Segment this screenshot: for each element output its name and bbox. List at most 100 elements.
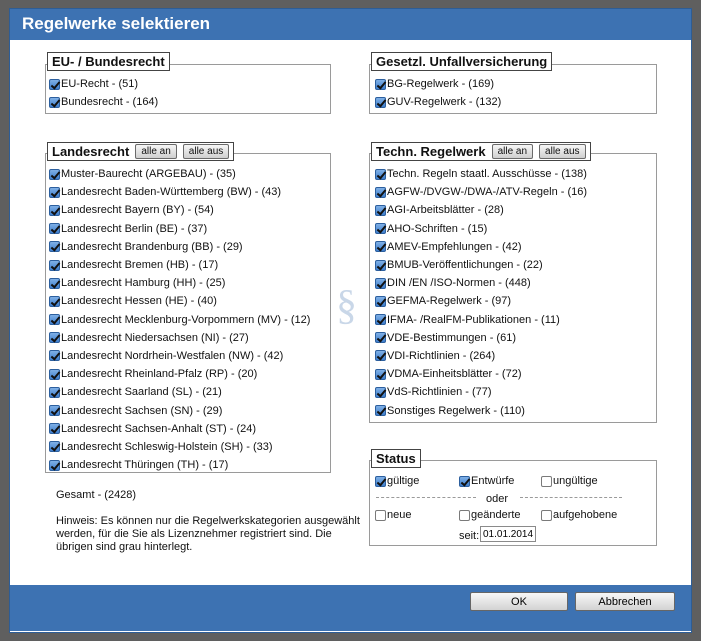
list-item[interactable]: Landesrecht Rheinland-Pfalz (RP) - (20) xyxy=(49,365,310,383)
checkbox[interactable] xyxy=(375,277,386,289)
checkbox[interactable] xyxy=(49,405,60,417)
list-item[interactable]: Landesrecht Bayern (BY) - (54) xyxy=(49,201,310,219)
guv-items: BG-Regelwerk - (169) GUV-Regelwerk - (132… xyxy=(375,75,501,111)
list-item[interactable]: AMEV-Empfehlungen - (42) xyxy=(375,238,587,256)
list-item[interactable]: VdS-Richtlinien - (77) xyxy=(375,383,587,401)
list-item[interactable]: Muster-Baurecht (ARGEBAU) - (35) xyxy=(49,165,310,183)
checkbox[interactable] xyxy=(49,459,60,471)
tech-all-off-button[interactable]: alle aus xyxy=(539,144,586,159)
list-item[interactable]: Landesrecht Nordrhein-Westfalen (NW) - (… xyxy=(49,347,310,365)
checkbox[interactable] xyxy=(49,168,60,180)
list-item-label: VDI-Richtlinien - (264) xyxy=(387,349,496,362)
list-item-label: Landesrecht Saarland (SL) - (21) xyxy=(61,386,222,399)
land-all-on-button[interactable]: alle an xyxy=(135,144,177,159)
checkbox[interactable] xyxy=(49,241,60,253)
checkbox[interactable] xyxy=(49,204,60,216)
list-item-label: Landesrecht Rheinland-Pfalz (RP) - (20) xyxy=(61,368,258,381)
list-item[interactable]: Landesrecht Bremen (HB) - (17) xyxy=(49,256,310,274)
list-item[interactable]: Landesrecht Brandenburg (BB) - (29) xyxy=(49,238,310,256)
checkbox[interactable] xyxy=(49,368,60,380)
list-item[interactable]: Landesrecht Sachsen (SN) - (29) xyxy=(49,401,310,419)
status-repealed[interactable]: aufgehobene xyxy=(541,509,617,521)
list-item-label: VDE-Bestimmungen - (61) xyxy=(387,331,516,344)
list-item[interactable]: Landesrecht Hamburg (HH) - (25) xyxy=(49,274,310,292)
checkbox[interactable] xyxy=(49,295,60,307)
list-item[interactable]: VDE-Bestimmungen - (61) xyxy=(375,329,587,347)
checkbox[interactable] xyxy=(49,423,60,435)
list-item[interactable]: DIN /EN /ISO-Normen - (448) xyxy=(375,274,587,292)
status-invalid[interactable]: ungültige xyxy=(541,475,598,487)
checkbox[interactable] xyxy=(49,78,60,90)
list-item[interactable]: Techn. Regeln staatl. Ausschüsse - (138) xyxy=(375,165,587,183)
list-item[interactable]: VDMA-Einheitsblätter - (72) xyxy=(375,365,587,383)
ok-button[interactable]: OK xyxy=(470,592,568,611)
list-item-label: Landesrecht Schleswig-Holstein (SH) - (3… xyxy=(61,440,273,453)
list-item[interactable]: Landesrecht Baden-Württemberg (BW) - (43… xyxy=(49,183,310,201)
list-item[interactable]: Landesrecht Schleswig-Holstein (SH) - (3… xyxy=(49,438,310,456)
checkbox[interactable] xyxy=(375,223,386,235)
checkbox[interactable] xyxy=(375,368,386,380)
status-new[interactable]: neue xyxy=(375,509,411,521)
list-item[interactable]: Bundesrecht - (164) xyxy=(49,93,158,111)
checkbox[interactable] xyxy=(49,332,60,344)
list-item[interactable]: Landesrecht Hessen (HE) - (40) xyxy=(49,292,310,310)
list-item-label: Bundesrecht - (164) xyxy=(61,96,159,109)
checkbox[interactable] xyxy=(375,332,386,344)
checkbox[interactable] xyxy=(49,186,60,198)
checkbox[interactable] xyxy=(375,204,386,216)
since-date-input[interactable] xyxy=(480,526,536,542)
land-all-off-button[interactable]: alle aus xyxy=(182,144,230,159)
checkbox[interactable] xyxy=(375,168,386,180)
checkbox[interactable] xyxy=(375,350,386,362)
list-item-label: Landesrecht Bayern (BY) - (54) xyxy=(61,204,214,217)
list-item[interactable]: BMUB-Veröffentlichungen - (22) xyxy=(375,256,587,274)
checkbox[interactable] xyxy=(49,350,60,362)
checkbox[interactable] xyxy=(375,259,386,271)
list-item[interactable]: Landesrecht Mecklenburg-Vorpommern (MV) … xyxy=(49,311,310,329)
status-valid[interactable]: gültige xyxy=(375,475,419,487)
checkbox[interactable] xyxy=(49,314,60,326)
list-item[interactable]: Landesrecht Sachsen-Anhalt (ST) - (24) xyxy=(49,420,310,438)
list-item[interactable]: AHO-Schriften - (15) xyxy=(375,220,587,238)
checkbox[interactable] xyxy=(49,277,60,289)
checkbox[interactable] xyxy=(375,78,386,90)
checkbox[interactable] xyxy=(49,441,60,453)
cancel-button[interactable]: Abbrechen xyxy=(575,592,675,611)
status-new-checkbox[interactable] xyxy=(375,509,386,521)
list-item[interactable]: EU-Recht - (51) xyxy=(49,75,158,93)
list-item-label: GUV-Regelwerk - (132) xyxy=(387,96,502,109)
list-item[interactable]: VDI-Richtlinien - (264) xyxy=(375,347,587,365)
checkbox[interactable] xyxy=(375,405,386,417)
list-item[interactable]: AGI-Arbeitsblätter - (28) xyxy=(375,201,587,219)
list-item[interactable]: Landesrecht Niedersachsen (NI) - (27) xyxy=(49,329,310,347)
checkbox[interactable] xyxy=(375,96,386,108)
checkbox[interactable] xyxy=(375,295,386,307)
status-invalid-checkbox[interactable] xyxy=(541,475,552,487)
checkbox[interactable] xyxy=(49,96,60,108)
list-item[interactable]: Landesrecht Thüringen (TH) - (17) xyxy=(49,456,310,474)
list-item[interactable]: IFMA- /RealFM-Publikationen - (11) xyxy=(375,311,587,329)
checkbox[interactable] xyxy=(49,386,60,398)
checkbox[interactable] xyxy=(375,314,386,326)
list-item[interactable]: GUV-Regelwerk - (132) xyxy=(375,93,501,111)
checkbox[interactable] xyxy=(49,223,60,235)
checkbox[interactable] xyxy=(375,186,386,198)
checkbox[interactable] xyxy=(49,259,60,271)
list-item[interactable]: AGFW-/DVGW-/DWA-/ATV-Regeln - (16) xyxy=(375,183,587,201)
list-item[interactable]: Sonstiges Regelwerk - (110) xyxy=(375,401,587,419)
checkbox[interactable] xyxy=(375,241,386,253)
list-item[interactable]: Landesrecht Berlin (BE) - (37) xyxy=(49,220,310,238)
list-item[interactable]: BG-Regelwerk - (169) xyxy=(375,75,501,93)
status-valid-checkbox[interactable] xyxy=(375,475,386,487)
list-item[interactable]: GEFMA-Regelwerk - (97) xyxy=(375,292,587,310)
checkbox[interactable] xyxy=(375,386,386,398)
list-item[interactable]: Landesrecht Saarland (SL) - (21) xyxy=(49,383,310,401)
status-repealed-checkbox[interactable] xyxy=(541,509,552,521)
status-changed-checkbox[interactable] xyxy=(459,509,470,521)
eu-group-title: EU- / Bundesrecht xyxy=(52,54,165,69)
status-drafts[interactable]: Entwürfe xyxy=(459,475,514,487)
list-item-label: BMUB-Veröffentlichungen - (22) xyxy=(387,259,543,272)
status-drafts-checkbox[interactable] xyxy=(459,475,470,487)
status-changed[interactable]: geänderte xyxy=(459,509,521,521)
tech-all-on-button[interactable]: alle an xyxy=(491,144,534,159)
